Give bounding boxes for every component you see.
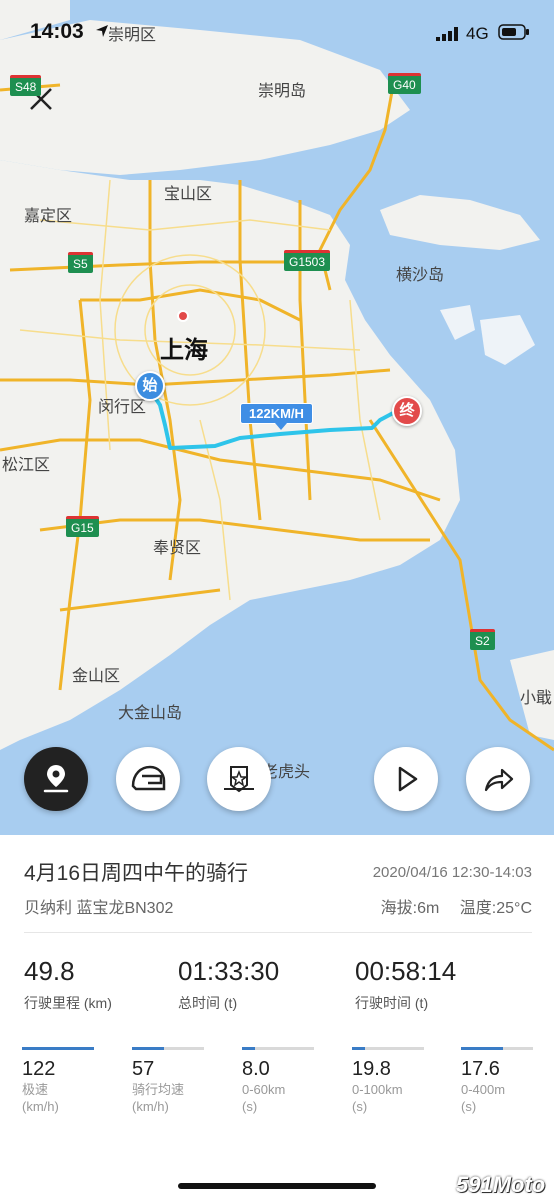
stat-bar xyxy=(242,1047,314,1050)
stat-distance: 49.8 行驶里程 (km) xyxy=(24,956,112,1013)
home-indicator[interactable] xyxy=(178,1183,376,1189)
small-stat-unit: (km/h) xyxy=(132,1099,169,1114)
road-shield-g1503: G1503 xyxy=(284,250,331,271)
map-label-shanghai: 上海 xyxy=(160,337,208,364)
map-label-baoshan: 宝山区 xyxy=(164,186,213,203)
badge-icon xyxy=(224,766,254,793)
stat-label: 总时间 (t) xyxy=(178,995,238,1011)
map-label-jinshan: 金山区 xyxy=(72,668,121,685)
road-shield-s2: S2 xyxy=(470,629,495,650)
ride-info-panel xyxy=(0,835,554,1200)
stat-bar-fill xyxy=(461,1047,503,1050)
small-stat-label: 0-400m xyxy=(461,1082,506,1097)
ride-datetime: 2020/04/16 12:30-14:03 xyxy=(372,864,532,881)
stat-bar-fill xyxy=(352,1047,365,1050)
route-map[interactable]: 14:03 4G 崇明区 崇明岛 宝山区 嘉定区 上海 闵行区 松江区 奉贤区 … xyxy=(0,0,554,835)
small-stat-value: 8.0 xyxy=(242,1058,270,1080)
small-stat-label: 0-60km xyxy=(242,1082,286,1097)
map-label-xiaoji: 小戢 xyxy=(520,690,553,707)
map-label-hengsha-island: 横沙岛 xyxy=(396,267,445,284)
stat-bar xyxy=(22,1047,94,1050)
temperature: 温度:25°C xyxy=(459,900,532,917)
small-stat-avg-speed: 57 骑行均速 (km/h) xyxy=(132,1047,204,1115)
stat-bar-fill xyxy=(242,1047,255,1050)
ride-meta: 海拔:6m 温度:25°C xyxy=(365,894,532,918)
battery-icon xyxy=(498,24,529,40)
divider xyxy=(24,932,532,933)
small-stat-top-speed: 122 极速 (km/h) xyxy=(22,1047,94,1115)
road-shield-g40: G40 xyxy=(388,73,421,94)
road-shield-s48: S48 xyxy=(10,75,42,96)
location-arrow-icon xyxy=(96,25,108,37)
map-label-fengxian: 奉贤区 xyxy=(153,540,202,557)
location-pin-icon xyxy=(43,765,69,793)
play-icon xyxy=(398,766,418,792)
route-end-marker[interactable]: 终 xyxy=(392,396,422,426)
small-stat-value: 19.8 xyxy=(352,1058,391,1080)
stat-bar-fill xyxy=(22,1047,94,1050)
network-type: 4G xyxy=(466,24,489,43)
small-stat-label: 骑行均速 xyxy=(132,1082,185,1097)
play-button[interactable] xyxy=(374,747,438,811)
stat-label: 行驶里程 (km) xyxy=(24,995,112,1011)
small-stat-unit: (s) xyxy=(352,1099,368,1114)
road-shield-s5: S5 xyxy=(68,252,93,273)
map-label-chongming-district: 崇明区 xyxy=(108,27,157,44)
status-bar: 14:03 4G xyxy=(0,0,554,64)
stat-label: 行驶时间 (t) xyxy=(355,995,429,1011)
stat-value: 49.8 xyxy=(24,956,75,986)
altitude: 海拔:6m xyxy=(380,900,440,917)
stat-bar xyxy=(132,1047,204,1050)
ride-title: 4月16日周四中午的骑行 xyxy=(24,862,249,885)
max-speed-tag: 122KM/H xyxy=(240,403,313,430)
stat-total-time: 01:33:30 总时间 (t) xyxy=(178,956,279,1013)
small-stat-0-100: 19.8 0-100km (s) xyxy=(352,1047,424,1115)
track-button[interactable] xyxy=(24,747,88,811)
small-stat-label: 极速 xyxy=(22,1082,49,1097)
helmet-icon xyxy=(131,765,166,791)
road-shield-g15: G15 xyxy=(66,516,99,537)
small-stat-unit: (km/h) xyxy=(22,1099,59,1114)
small-stat-label: 0-100km xyxy=(352,1082,403,1097)
signal-icon xyxy=(436,27,458,41)
stat-bar xyxy=(461,1047,533,1050)
map-label-jiading: 嘉定区 xyxy=(24,208,73,225)
small-stat-unit: (s) xyxy=(461,1099,477,1114)
small-stat-value: 122 xyxy=(22,1058,56,1080)
share-icon xyxy=(484,768,514,792)
map-label-chongming-island: 崇明岛 xyxy=(258,83,307,100)
share-button[interactable] xyxy=(466,747,530,811)
helmet-button[interactable] xyxy=(116,747,180,811)
status-time: 14:03 xyxy=(30,20,84,43)
stat-bar xyxy=(352,1047,424,1050)
small-stat-value: 17.6 xyxy=(461,1058,500,1080)
route-start-marker[interactable]: 始 xyxy=(135,371,165,401)
small-stat-unit: (s) xyxy=(242,1099,258,1114)
map-label-songjiang: 松江区 xyxy=(2,457,51,474)
small-stat-0-400m: 17.6 0-400m (s) xyxy=(461,1047,533,1115)
stat-value: 00:58:14 xyxy=(355,956,457,986)
map-label-dajinshan-island: 大金山岛 xyxy=(118,705,183,722)
small-stat-value: 57 xyxy=(132,1058,155,1080)
bike-model: 贝纳利 蓝宝龙BN302 xyxy=(24,900,174,917)
stat-riding-time: 00:58:14 行驶时间 (t) xyxy=(355,956,456,1013)
small-stat-0-60: 8.0 0-60km (s) xyxy=(242,1047,314,1115)
badge-button[interactable] xyxy=(207,747,271,811)
stat-bar-fill xyxy=(132,1047,165,1050)
stat-value: 01:33:30 xyxy=(178,956,280,986)
watermark-logo: 591Moto xyxy=(456,1172,546,1197)
